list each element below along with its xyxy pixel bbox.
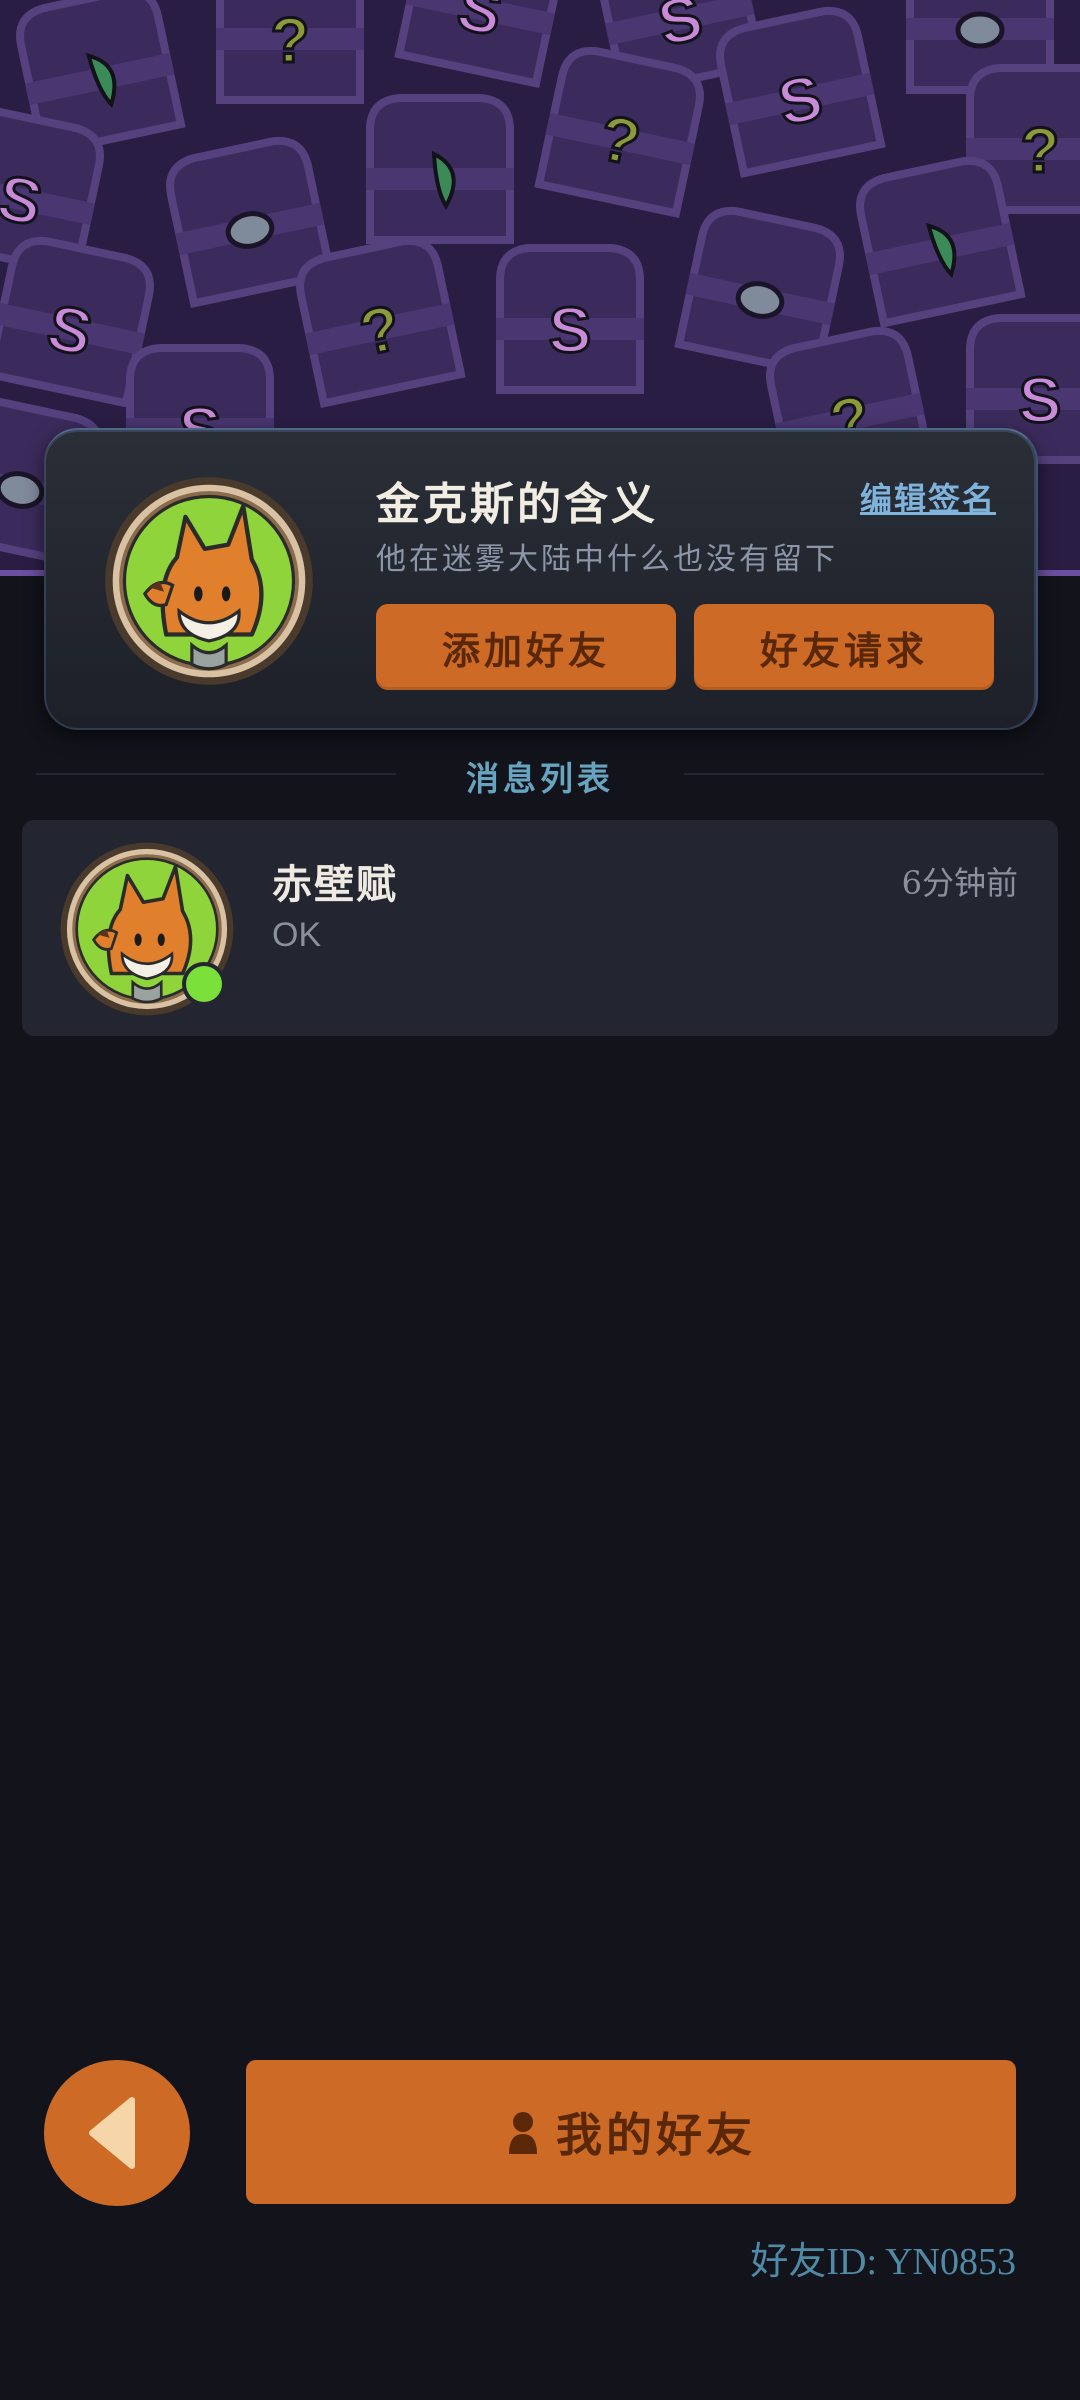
chest-pattern-icon: S [496, 244, 644, 394]
message-list-title: 消息列表 [466, 759, 614, 798]
message-list-item[interactable]: 赤壁赋 OK 6分钟前 [22, 820, 1058, 1036]
friends-screen: ?SSS?S?S?SS?S 金克斯的含义 编辑签名 他在迷雾大陆中什么也没有留下… [0, 0, 1080, 2400]
chest-pattern-icon [856, 156, 1026, 328]
my-friends-label: 我的好友 [556, 2108, 756, 2162]
back-arrow-icon [89, 2097, 135, 2169]
friend-id-value: YN0853 [885, 2241, 1016, 2283]
chest-pattern-icon: ? [534, 46, 704, 218]
my-friends-button[interactable]: 我的好友 [246, 2060, 1016, 2204]
message-list-header: 消息列表 [36, 748, 1044, 798]
svg-text:?: ? [1020, 114, 1059, 186]
profile-card: 金克斯的含义 编辑签名 他在迷雾大陆中什么也没有留下 添加好友 好友请求 [44, 428, 1038, 730]
chest-pattern-icon: ? [216, 0, 364, 104]
edit-signature-link[interactable]: 编辑签名 [860, 474, 996, 520]
chest-pattern-icon [366, 94, 514, 244]
message-preview: OK [272, 916, 322, 954]
chest-pattern-icon: S [716, 6, 886, 178]
back-button[interactable] [44, 2060, 190, 2206]
divider [684, 773, 1044, 775]
friend-id-label: 好友ID: [750, 2241, 886, 2283]
svg-text:S: S [549, 294, 592, 366]
chest-pattern-icon: S [394, 0, 564, 88]
profile-name: 金克斯的含义 [376, 479, 658, 530]
friend-id: 好友ID: YN0853 [750, 2230, 1016, 2285]
svg-text:S: S [1019, 364, 1062, 436]
online-status-dot [186, 966, 222, 1002]
profile-signature: 他在迷雾大陆中什么也没有留下 [376, 542, 838, 577]
chest-pattern-icon: ? [296, 236, 466, 408]
fox-avatar-icon[interactable] [102, 474, 316, 688]
message-sender-name: 赤壁赋 [272, 861, 398, 908]
add-friend-button[interactable]: 添加好友 [376, 604, 676, 690]
svg-text:?: ? [270, 4, 309, 76]
friend-requests-button[interactable]: 好友请求 [694, 604, 994, 690]
message-time: 6分钟前 [901, 864, 1018, 902]
person-icon [509, 2112, 537, 2154]
